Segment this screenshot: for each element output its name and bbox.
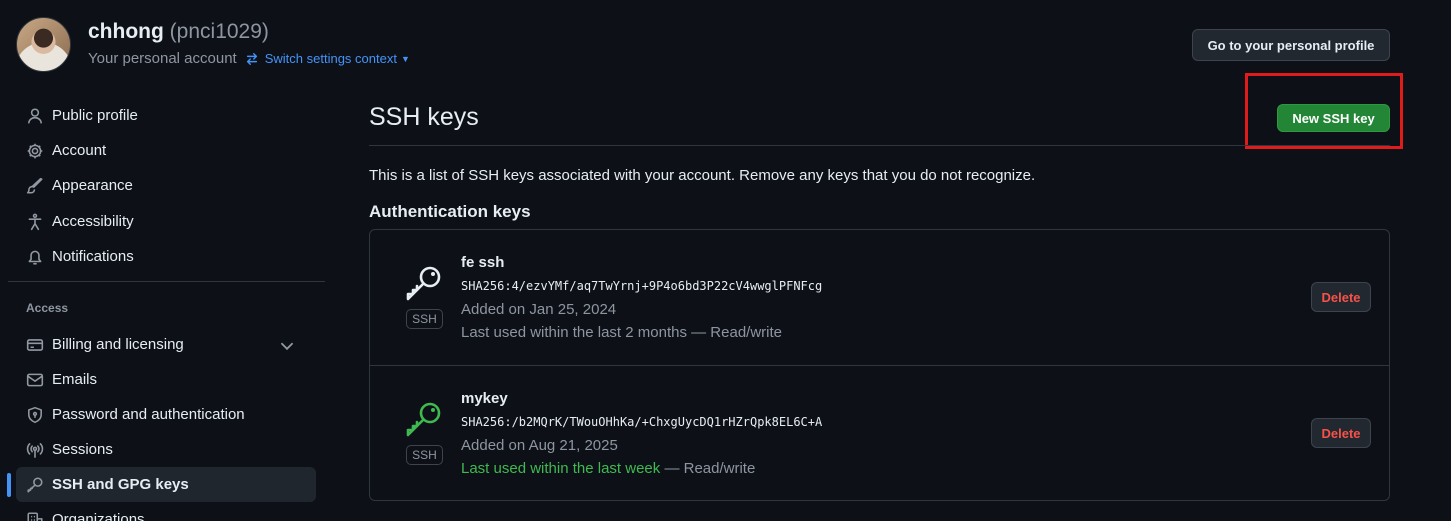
accessibility-icon	[28, 213, 42, 230]
gear-icon	[27, 143, 43, 158]
chevron-down-icon	[281, 342, 293, 351]
sidebar-item-organizations[interactable]: Organizations	[16, 502, 316, 521]
key-title: fe ssh	[461, 254, 505, 271]
key-last-used: Last used within the last week — Read/wr…	[461, 460, 755, 477]
paintbrush-icon	[26, 177, 43, 194]
sidebar-item-label: Sessions	[52, 441, 113, 458]
settings-header: chhong (pnci1029) Your personal account …	[0, 0, 1451, 80]
sidebar-item-accessibility[interactable]: Accessibility	[16, 204, 316, 239]
ssh-badge: SSH	[406, 445, 443, 465]
sidebar-item-ssh-gpg-keys[interactable]: SSH and GPG keys	[16, 467, 316, 502]
switch-context-link[interactable]: Switch settings context ▼	[245, 51, 410, 66]
ssh-badge: SSH	[406, 309, 443, 329]
keys-list: SSH fe ssh SHA256:4/ezvYMf/aq7TwYrnj+9P4…	[369, 229, 1390, 501]
sidebar-item-emails[interactable]: Emails	[16, 362, 316, 397]
sidebar-section-access: Access	[26, 301, 69, 315]
access-level: — Read/write	[686, 324, 783, 341]
sidebar-item-label: Appearance	[52, 177, 133, 194]
last-used-text: Last used within the last week	[461, 460, 661, 477]
sidebar-item-label: Notifications	[52, 248, 134, 265]
caret-down-icon: ▼	[400, 53, 410, 64]
sidebar-item-sessions[interactable]: Sessions	[16, 432, 316, 467]
section-title-authentication-keys: Authentication keys	[369, 202, 531, 221]
shield-lock-icon	[28, 406, 42, 423]
sidebar-item-label: Account	[52, 142, 107, 159]
sidebar-item-label: Emails	[52, 371, 98, 388]
active-indicator	[7, 473, 11, 497]
bell-icon	[28, 250, 42, 265]
organization-icon	[27, 511, 43, 521]
user-login: (pnci1029)	[169, 20, 269, 43]
sidebar-item-password-auth[interactable]: Password and authentication	[16, 397, 316, 432]
sidebar-item-label: Accessibility	[52, 213, 134, 230]
sidebar-item-public-profile[interactable]: Public profile	[16, 98, 316, 133]
key-fingerprint: SHA256:/b2MQrK/TWouOHhKa/+ChxgUycDQ1rHZr…	[461, 415, 823, 429]
key-icon	[27, 476, 43, 493]
account-label: Your personal account	[88, 50, 237, 67]
go-to-profile-button[interactable]: Go to your personal profile	[1192, 29, 1390, 61]
last-used-text: Last used within the last 2 months	[461, 324, 687, 341]
arrow-switch-icon	[246, 52, 257, 65]
sidebar-item-billing[interactable]: Billing and licensing	[16, 327, 316, 362]
user-heading: chhong (pnci1029)	[88, 20, 269, 44]
sidebar-divider	[8, 281, 325, 282]
new-ssh-key-button[interactable]: New SSH key	[1277, 104, 1390, 132]
sidebar-item-appearance[interactable]: Appearance	[16, 168, 316, 203]
user-name: chhong	[88, 20, 164, 43]
key-added-date: Added on Jan 25, 2024	[461, 301, 617, 318]
sidebar-item-notifications[interactable]: Notifications	[16, 239, 316, 274]
sidebar-item-label: Organizations	[52, 511, 145, 521]
list-item: SSH mykey SHA256:/b2MQrK/TWouOHhKa/+Chxg…	[370, 365, 1389, 500]
key-last-used: Last used within the last 2 months — Rea…	[461, 324, 782, 341]
sidebar-item-account[interactable]: Account	[16, 133, 316, 168]
delete-key-button[interactable]: Delete	[1311, 282, 1371, 312]
avatar[interactable]	[16, 17, 71, 72]
person-icon	[28, 107, 42, 123]
delete-key-button[interactable]: Delete	[1311, 418, 1371, 448]
title-divider	[369, 145, 1390, 146]
mail-icon	[26, 373, 44, 386]
sidebar-item-label: SSH and GPG keys	[52, 476, 189, 493]
access-level: — Read/write	[660, 460, 756, 477]
sidebar-item-label: Password and authentication	[52, 406, 245, 423]
sidebar-item-label: Billing and licensing	[52, 336, 184, 353]
intro-text: This is a list of SSH keys associated wi…	[369, 167, 1036, 184]
key-added-date: Added on Aug 21, 2025	[461, 437, 618, 454]
key-icon	[406, 402, 441, 437]
key-fingerprint: SHA256:4/ezvYMf/aq7TwYrnj+9P4o6bd3P22cV4…	[461, 279, 823, 293]
account-context: Your personal account Switch settings co…	[88, 50, 410, 67]
key-icon	[406, 266, 441, 301]
credit-card-icon	[26, 338, 44, 351]
list-item: SSH fe ssh SHA256:4/ezvYMf/aq7TwYrnj+9P4…	[370, 230, 1389, 365]
page-title: SSH keys	[369, 103, 479, 131]
key-title: mykey	[461, 390, 508, 407]
broadcast-icon	[26, 442, 44, 458]
switch-context-label: Switch settings context	[264, 51, 397, 66]
sidebar-item-label: Public profile	[52, 107, 138, 124]
